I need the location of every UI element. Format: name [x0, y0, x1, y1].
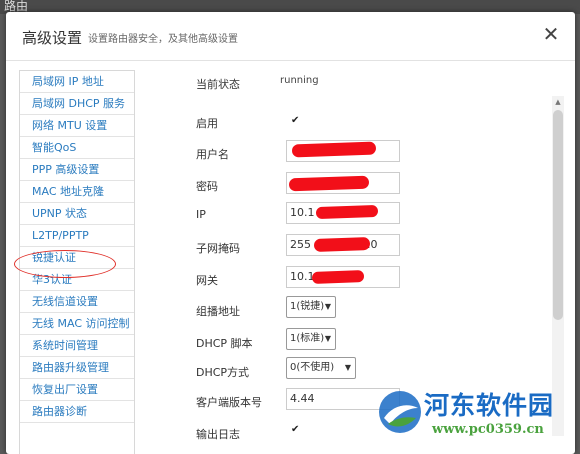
client-version-label: 客户端版本号: [196, 396, 262, 409]
username-label: 用户名: [196, 148, 229, 161]
sidebar-item-l2tp[interactable]: L2TP/PPTP: [20, 225, 134, 247]
sidebar-item-factory-reset[interactable]: 恢复出厂设置: [20, 379, 134, 401]
watermark-url: www.pc0359.cn: [432, 422, 544, 437]
status-value: running: [280, 75, 319, 86]
sidebar-item-h3c[interactable]: 华3认证: [20, 269, 134, 291]
ip-label: IP: [196, 208, 206, 221]
status-label: 当前状态: [196, 78, 240, 91]
dhcp-script-select[interactable]: 1(标准) ▼: [286, 328, 336, 350]
sidebar-item-qos[interactable]: 智能QoS: [20, 137, 134, 159]
sidebar-item-ppp[interactable]: PPP 高级设置: [20, 159, 134, 181]
redaction-mark: [311, 270, 365, 284]
sidebar-item-lan-ip[interactable]: 局域网 IP 地址: [20, 71, 134, 93]
subnet-mask-label: 子网掩码: [196, 242, 240, 255]
sidebar-item-upgrade[interactable]: 路由器升级管理: [20, 357, 134, 379]
settings-sidebar: 局域网 IP 地址 局域网 DHCP 服务 网络 MTU 设置 智能QoS PP…: [19, 70, 135, 454]
multicast-select[interactable]: 1(锐捷) ▼: [286, 296, 336, 318]
log-label: 输出日志: [196, 428, 240, 441]
sidebar-item-lan-dhcp[interactable]: 局域网 DHCP 服务: [20, 93, 134, 115]
gateway-label: 网关: [196, 274, 218, 287]
dialog-header: 高级设置 设置路由器安全，及其他高级设置 ✕: [6, 12, 575, 61]
sidebar-item-mtu[interactable]: 网络 MTU 设置: [20, 115, 134, 137]
chevron-down-icon: ▼: [344, 363, 351, 372]
dhcp-mode-label: DHCP方式: [196, 366, 250, 379]
enable-checkbox[interactable]: ✔: [291, 116, 300, 126]
sidebar-item-mac-clone[interactable]: MAC 地址克隆: [20, 181, 134, 203]
dialog-subtitle: 设置路由器安全，及其他高级设置: [88, 34, 238, 45]
scroll-up-icon[interactable]: ▲: [552, 96, 564, 108]
sidebar-item-ruijie[interactable]: 锐捷认证: [20, 247, 134, 269]
chevron-down-icon: ▼: [324, 334, 331, 343]
watermark-logo-icon: [379, 391, 421, 433]
redaction-mark: [288, 175, 370, 192]
scrollbar-thumb[interactable]: [553, 110, 563, 320]
dialog-title: 高级设置: [22, 29, 83, 47]
chevron-down-icon: ▼: [324, 302, 331, 311]
watermark: 河东软件园 www.pc0359.cn: [376, 382, 580, 454]
log-checkbox[interactable]: ✔: [291, 425, 300, 435]
sidebar-item-wifi-channel[interactable]: 无线信道设置: [20, 291, 134, 313]
sidebar-item-wifi-mac[interactable]: 无线 MAC 访问控制: [20, 313, 134, 335]
sidebar-item-upnp[interactable]: UPNP 状态: [20, 203, 134, 225]
sidebar-item-diagnose[interactable]: 路由器诊断: [20, 401, 134, 423]
dhcp-mode-select[interactable]: 0(不使用) ▼: [286, 357, 356, 379]
enable-label: 启用: [196, 117, 218, 130]
watermark-title: 河东软件园: [424, 391, 555, 420]
dhcp-script-label: DHCP 脚本: [196, 337, 253, 350]
password-label: 密码: [196, 180, 218, 193]
close-icon[interactable]: ✕: [541, 24, 561, 44]
redaction-mark: [315, 204, 379, 220]
multicast-label: 组播地址: [196, 305, 240, 318]
redaction-mark: [313, 237, 371, 252]
sidebar-item-time[interactable]: 系统时间管理: [20, 335, 134, 357]
